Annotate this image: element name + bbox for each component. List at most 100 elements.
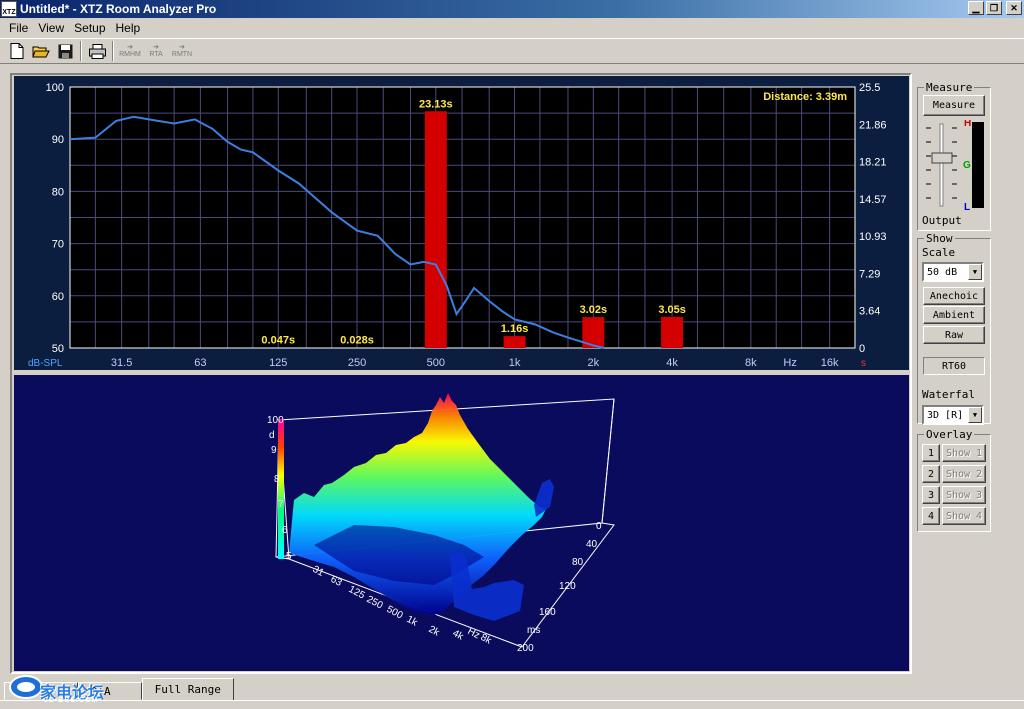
waterfall-freq-tick: 31 xyxy=(311,564,326,579)
y-tick-label: 90 xyxy=(52,134,64,146)
y-tick-label: 80 xyxy=(52,186,64,198)
app-logo-icon: XTZ xyxy=(1,1,17,17)
minimize-button[interactable]: ▁ xyxy=(968,1,984,15)
close-button[interactable]: ✕ xyxy=(1006,1,1022,15)
window-title: Untitled* - XTZ Room Analyzer Pro xyxy=(20,2,217,16)
new-file-icon[interactable] xyxy=(6,40,28,62)
waterfall-z-tick: 100 xyxy=(267,415,284,426)
waterfall-z-tick: 9 xyxy=(271,445,277,456)
waterfall-z-tick: 5 xyxy=(286,551,292,562)
measure-button[interactable]: Measure xyxy=(923,95,985,116)
overlay-2-button[interactable]: 2 xyxy=(922,465,940,483)
x-tick-label: 2k xyxy=(588,357,600,369)
y2-tick-label: 21.86 xyxy=(859,119,887,131)
rt60-bar-label: 23.13s xyxy=(419,98,453,110)
rt60-bar xyxy=(424,111,447,348)
open-folder-icon[interactable] xyxy=(30,40,52,62)
menu-help[interactable]: Help xyxy=(111,21,146,35)
y-tick-label: 100 xyxy=(46,82,64,94)
ambient-button[interactable]: Ambient xyxy=(923,306,985,324)
waterfall-freq-tick: 250 xyxy=(365,594,385,612)
level-meter xyxy=(972,122,984,208)
x-tick-label: 31.5 xyxy=(111,357,132,369)
menu-bar: File View Setup Help xyxy=(0,19,1024,37)
waterfall-value: 3D [R] xyxy=(927,409,964,421)
chevron-down-icon[interactable]: ▼ xyxy=(968,264,982,280)
show-2-button[interactable]: Show 2 xyxy=(942,465,986,483)
y2-tick-label: 7.29 xyxy=(859,268,880,280)
tab-full-range[interactable]: Full Range xyxy=(141,678,234,700)
meter-label-h: H xyxy=(964,120,971,129)
rmtn-button[interactable]: ➔ RMTN xyxy=(170,40,194,62)
waterfall-freq-tick: 500 xyxy=(385,604,405,622)
waterfall-freq-tick: 125 xyxy=(347,584,367,602)
watermark-url: JD-BBS.COM xyxy=(44,697,99,704)
waterfall-freq-tick: 8k xyxy=(479,632,494,647)
waterfall-z-tick: 6 xyxy=(282,525,288,536)
waterfall-freq-tick: 1k xyxy=(405,614,420,629)
save-disk-icon[interactable] xyxy=(54,40,76,62)
frequency-chart-svg: 100 90 80 70 60 50 25.5 21.86 18.21 14.57 10.93 7.2… xyxy=(28,82,887,369)
rt60-bar-label: 3.05s xyxy=(658,304,686,316)
rt60-bar xyxy=(503,336,526,348)
overlay-3-button[interactable]: 3 xyxy=(922,486,940,504)
waterfall-3d-plot: 100 d 9 8 7 6 5 31 63 125 250 500 1k 2k 4k Hz 8k 0 40 80 120… xyxy=(14,375,909,671)
rt60-toggle[interactable]: RT60 xyxy=(923,357,985,375)
y2-tick-label: 25.5 xyxy=(859,82,880,94)
rta-button[interactable]: ➔ RTA xyxy=(144,40,168,62)
y-tick-label: 60 xyxy=(52,291,64,303)
y2-axis-label: s xyxy=(861,358,866,369)
waterfall-z-tick: 7 xyxy=(278,499,284,510)
output-slider-thumb[interactable] xyxy=(931,152,953,164)
overlay-4-button[interactable]: 4 xyxy=(922,507,940,525)
print-icon[interactable] xyxy=(86,40,108,62)
waterfall-time-tick: 200 xyxy=(517,643,534,654)
scale-value: 50 dB xyxy=(927,266,958,278)
meter-label-l: L xyxy=(964,202,970,212)
waterfall-dropdown[interactable]: 3D [R] ▼ xyxy=(922,405,984,425)
waterfall-freq-tick: 63 xyxy=(329,574,344,589)
distance-annotation: Distance: 3.39m xyxy=(763,91,847,103)
y2-tick-label: 0 xyxy=(859,343,865,355)
menu-view[interactable]: View xyxy=(33,21,69,35)
frequency-response-chart: 100 90 80 70 60 50 25.5 21.86 18.21 14.57 10.93 7.2… xyxy=(14,76,909,370)
rmhm-button[interactable]: ➔ RMHM xyxy=(118,40,142,62)
rt60-bar-label: 1.16s xyxy=(501,323,529,335)
measure-group-label: Measure xyxy=(924,81,975,94)
menu-setup[interactable]: Setup xyxy=(69,21,110,35)
x-tick-label: 4k xyxy=(666,357,678,369)
waterfall-time-tick: ms xyxy=(527,625,540,636)
x-tick-label: 8k xyxy=(745,357,757,369)
meter-label-g: G xyxy=(963,160,971,171)
x-tick-label: 16k xyxy=(821,357,839,369)
y2-tick-label: 18.21 xyxy=(859,157,887,169)
anechoic-button[interactable]: Anechoic xyxy=(923,287,985,305)
scale-dropdown[interactable]: 50 dB ▼ xyxy=(922,262,984,282)
waterfall-time-tick: 80 xyxy=(572,557,584,568)
show-group-label: Show xyxy=(924,232,955,245)
overlay-1-button[interactable]: 1 xyxy=(922,444,940,462)
rt60-bar-label: 3.02s xyxy=(580,304,608,316)
x-tick-label: 1k xyxy=(509,357,521,369)
waterfall-freq-tick: 2k xyxy=(427,624,442,639)
waterfall-z-tick: d xyxy=(269,430,275,441)
chevron-down-icon[interactable]: ▼ xyxy=(968,407,982,423)
x-tick-label: 500 xyxy=(427,357,445,369)
rt60-bar-label: 0.028s xyxy=(340,335,374,347)
waterfall-time-tick: 40 xyxy=(586,539,598,550)
y2-tick-label: 14.57 xyxy=(859,194,887,206)
waterfall-z-tick: 8 xyxy=(274,474,280,485)
show-1-button[interactable]: Show 1 xyxy=(942,444,986,462)
show-4-button[interactable]: Show 4 xyxy=(942,507,986,525)
y-axis-label: dB-SPL xyxy=(28,358,63,369)
menu-file[interactable]: File xyxy=(4,21,33,35)
title-bar: XTZ Untitled* - XTZ Room Analyzer Pro ▁ … xyxy=(0,0,1024,18)
x-tick-label: Hz xyxy=(783,357,796,369)
raw-button[interactable]: Raw xyxy=(923,326,985,344)
y2-tick-label: 3.64 xyxy=(859,306,880,318)
rt60-bar-label: 0.047s xyxy=(261,335,295,347)
show-3-button[interactable]: Show 3 xyxy=(942,486,986,504)
x-tick-label: 125 xyxy=(269,357,287,369)
restore-button[interactable]: ❐ xyxy=(986,1,1002,15)
x-tick-label: 63 xyxy=(194,357,206,369)
